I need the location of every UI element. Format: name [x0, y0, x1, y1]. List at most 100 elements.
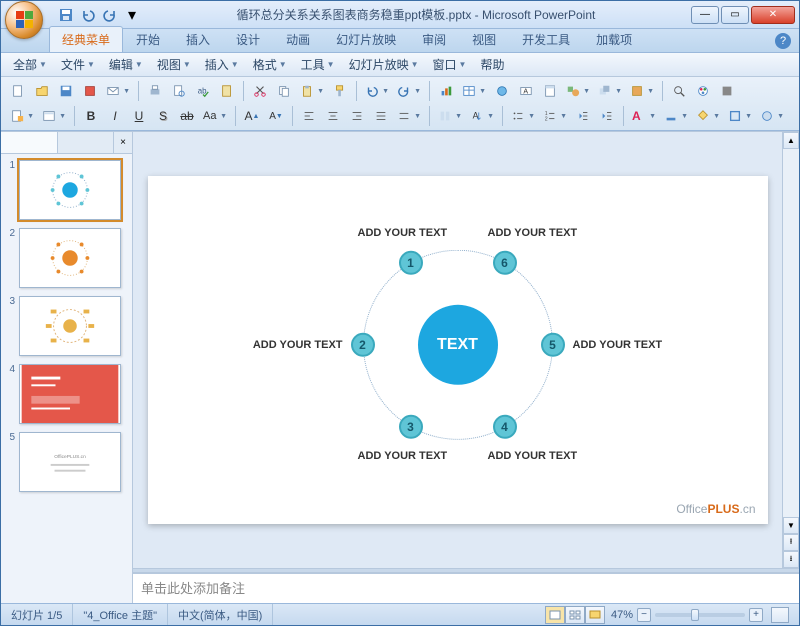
research-icon[interactable] [216, 80, 238, 102]
fit-window-icon[interactable] [771, 607, 789, 623]
shadow-icon[interactable]: S [152, 105, 174, 127]
email-icon[interactable]: ▼ [103, 80, 133, 102]
decrease-indent-icon[interactable] [572, 105, 594, 127]
menu-all[interactable]: 全部▼ [7, 54, 53, 75]
thumbnail-slide-2[interactable] [19, 228, 121, 288]
paste-icon[interactable]: ▼ [297, 80, 327, 102]
print-preview-icon[interactable] [168, 80, 190, 102]
tab-developer[interactable]: 开发工具 [509, 26, 583, 52]
zoom-slider[interactable] [655, 613, 745, 617]
underline-icon[interactable]: U [128, 105, 150, 127]
strike-icon[interactable]: ab [176, 105, 198, 127]
status-slide[interactable]: 幻灯片 1/5 [1, 604, 73, 625]
tab-home[interactable]: 开始 [123, 26, 173, 52]
menu-tools[interactable]: 工具▼ [295, 54, 341, 75]
zoom-in-icon[interactable]: + [749, 608, 763, 622]
label-4[interactable]: ADD YOUR TEXT [488, 450, 578, 462]
slide-canvas[interactable]: TEXT .diagram-wrap [148, 176, 768, 524]
qat-customize[interactable]: ▾ [123, 6, 141, 24]
numbering-icon[interactable]: 12▼ [540, 105, 570, 127]
maximize-button[interactable]: ▭ [721, 6, 749, 24]
shapes-icon[interactable]: ▼ [563, 80, 593, 102]
open-icon[interactable] [31, 80, 53, 102]
distributed-icon[interactable]: ▼ [394, 105, 424, 127]
align-left-icon[interactable] [298, 105, 320, 127]
vertical-scrollbar[interactable]: ▲ ▼ ⭱ ⭳ [782, 132, 799, 568]
redo-icon[interactable]: ▼ [394, 80, 424, 102]
table-icon[interactable]: ▼ [459, 80, 489, 102]
header-footer-icon[interactable] [539, 80, 561, 102]
new-slide-icon[interactable]: ▼ [7, 105, 37, 127]
spelling-icon[interactable]: ab [192, 80, 214, 102]
outline-tab[interactable] [58, 132, 115, 153]
slideshow-view-icon[interactable] [585, 606, 605, 624]
bold-icon[interactable]: B [80, 105, 102, 127]
save-icon[interactable] [55, 80, 77, 102]
menu-window[interactable]: 窗口▼ [427, 54, 473, 75]
notes-pane[interactable]: 单击此处添加备注 [133, 573, 799, 603]
color-icon[interactable] [692, 80, 714, 102]
menu-slideshow[interactable]: 幻灯片放映▼ [343, 54, 425, 75]
qat-redo[interactable] [101, 6, 119, 24]
bullets-icon[interactable]: ▼ [508, 105, 538, 127]
sorter-view-icon[interactable] [565, 606, 585, 624]
scroll-down-icon[interactable]: ▼ [783, 517, 799, 534]
zoom-icon[interactable] [668, 80, 690, 102]
textbox-icon[interactable]: A [515, 80, 537, 102]
shape-fill-icon[interactable]: ▼ [693, 105, 723, 127]
scroll-track[interactable] [783, 149, 799, 517]
node-3[interactable]: 3 [399, 415, 423, 439]
status-theme[interactable]: "4_Office 主题" [73, 604, 168, 625]
italic-icon[interactable]: I [104, 105, 126, 127]
shrink-font-icon[interactable]: A▼ [265, 105, 287, 127]
quick-styles-icon[interactable]: ▼ [627, 80, 657, 102]
next-slide-icon[interactable]: ⭳ [783, 551, 799, 568]
tab-addins[interactable]: 加载项 [583, 26, 645, 52]
zoom-out-icon[interactable]: − [637, 608, 651, 622]
tab-slideshow[interactable]: 幻灯片放映 [323, 26, 409, 52]
print-icon[interactable] [144, 80, 166, 102]
menu-format[interactable]: 格式▼ [247, 54, 293, 75]
cut-icon[interactable] [249, 80, 271, 102]
align-right-icon[interactable] [346, 105, 368, 127]
highlight-icon[interactable]: ▼ [661, 105, 691, 127]
undo-icon[interactable]: ▼ [362, 80, 392, 102]
label-3[interactable]: ADD YOUR TEXT [358, 450, 448, 462]
grayscale-icon[interactable] [716, 80, 738, 102]
copy-icon[interactable] [273, 80, 295, 102]
grow-font-icon[interactable]: A▲ [241, 105, 263, 127]
node-6[interactable]: 6 [493, 251, 517, 275]
menu-help[interactable]: 帮助 [474, 54, 510, 75]
align-center-icon[interactable] [322, 105, 344, 127]
center-circle[interactable]: TEXT [418, 305, 498, 385]
status-language[interactable]: 中文(简体，中国) [168, 604, 273, 625]
node-1[interactable]: 1 [399, 251, 423, 275]
qat-save[interactable] [57, 6, 75, 24]
minimize-button[interactable]: — [691, 6, 719, 24]
panel-close-icon[interactable]: × [114, 132, 132, 153]
label-2[interactable]: ADD YOUR TEXT [253, 339, 343, 351]
tab-insert[interactable]: 插入 [173, 26, 223, 52]
arrange-icon[interactable]: ▼ [595, 80, 625, 102]
hyperlink-icon[interactable] [491, 80, 513, 102]
tab-review[interactable]: 审阅 [409, 26, 459, 52]
tab-animations[interactable]: 动画 [273, 26, 323, 52]
thumbnail-slide-3[interactable] [19, 296, 121, 356]
close-button[interactable]: ✕ [751, 6, 795, 24]
menu-edit[interactable]: 编辑▼ [103, 54, 149, 75]
format-painter-icon[interactable] [329, 80, 351, 102]
office-button[interactable] [5, 1, 43, 39]
slides-tab[interactable] [1, 132, 58, 153]
increase-indent-icon[interactable] [596, 105, 618, 127]
thumbnail-slide-4[interactable] [19, 364, 121, 424]
text-direction-icon[interactable]: A▼ [467, 105, 497, 127]
chart-icon[interactable] [435, 80, 457, 102]
node-5[interactable]: 5 [541, 333, 565, 357]
columns-icon[interactable]: ▼ [435, 105, 465, 127]
normal-view-icon[interactable] [545, 606, 565, 624]
scroll-up-icon[interactable]: ▲ [783, 132, 799, 149]
slide-stage[interactable]: TEXT .diagram-wrap [133, 132, 782, 568]
label-5[interactable]: ADD YOUR TEXT [573, 339, 663, 351]
permission-icon[interactable] [79, 80, 101, 102]
zoom-thumb[interactable] [691, 609, 699, 621]
